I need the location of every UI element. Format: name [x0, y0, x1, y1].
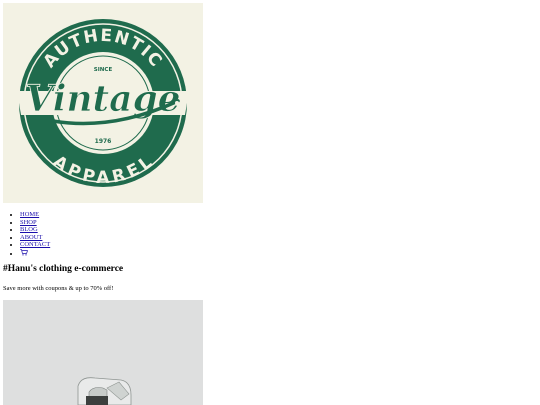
page-heading: #Hanu's clothing e-commerce: [3, 264, 124, 274]
nav-link-shop[interactable]: SHOP: [20, 219, 37, 226]
vintage-apparel-logo-image: AUTHENTIC APPAREL SINCE Vintage 1976: [17, 19, 189, 188]
product-photo: [3, 300, 203, 405]
logo[interactable]: AUTHENTIC APPAREL SINCE Vintage 1976: [3, 3, 203, 203]
product-image[interactable]: [3, 300, 203, 405]
nav-link-about[interactable]: ABOUT: [20, 234, 42, 241]
page: AUTHENTIC APPAREL SINCE Vintage 1976 HOM…: [0, 0, 540, 405]
logo-year-text: 1976: [95, 138, 112, 145]
nav-item-about: ABOUT: [20, 234, 50, 242]
cart-link[interactable]: [20, 249, 28, 257]
nav-item-blog: BLOG: [20, 226, 50, 234]
nav-item-shop: SHOP: [20, 219, 50, 227]
logo-script-text: Vintage: [25, 78, 180, 120]
main-nav: HOME SHOP BLOG ABOUT CONTACT: [0, 211, 50, 258]
logo-since-text: SINCE: [94, 67, 113, 73]
nav-link-contact[interactable]: CONTACT: [20, 241, 50, 248]
nav-link-home[interactable]: HOME: [20, 211, 39, 218]
nav-item-cart: [20, 249, 50, 258]
nav-item-home: HOME: [20, 211, 50, 219]
promo-text: Save more with coupons & up to 70% off!: [3, 285, 114, 292]
nav-item-contact: CONTACT: [20, 241, 50, 249]
nav-link-blog[interactable]: BLOG: [20, 226, 38, 233]
cart-icon: [20, 249, 28, 256]
